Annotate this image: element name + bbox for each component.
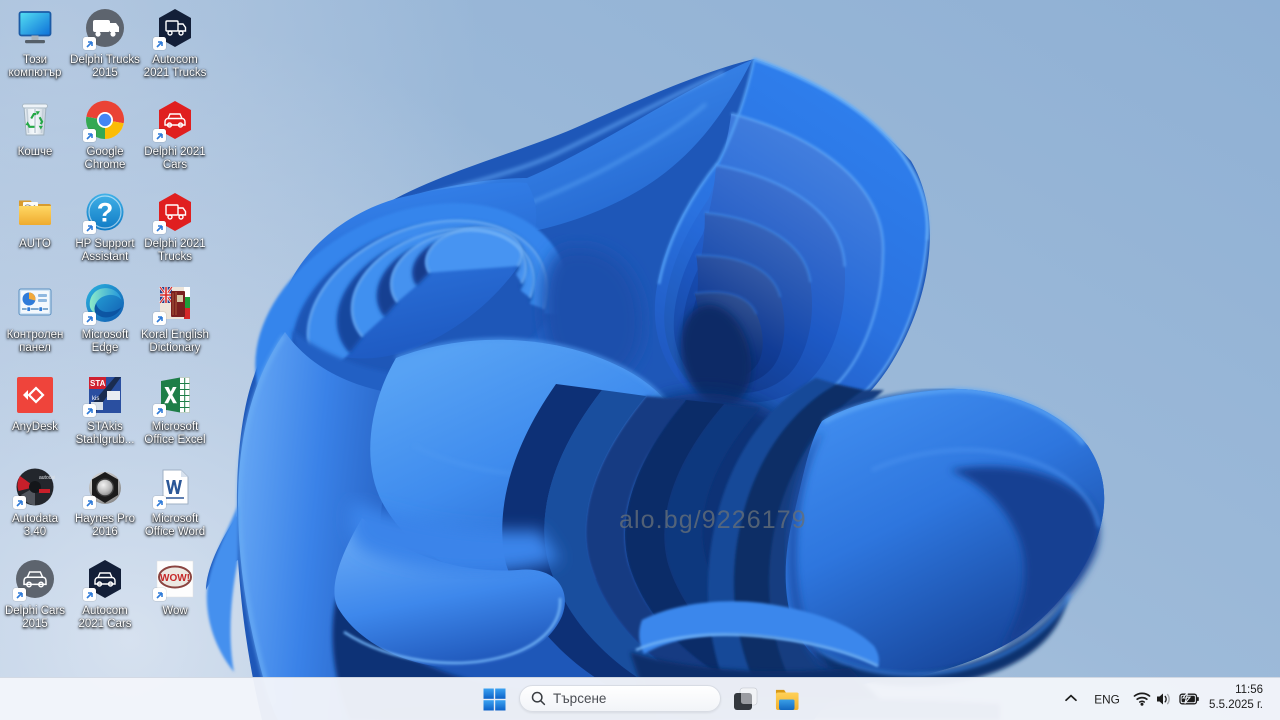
- svg-text:STA: STA: [90, 379, 106, 388]
- svg-text:ENG: ENG: [1094, 693, 1120, 707]
- svg-text:kis: kis: [92, 396, 99, 402]
- svg-text:autodata: autodata: [39, 475, 55, 481]
- svg-text:?: ?: [97, 198, 114, 228]
- svg-text:WOW!: WOW!: [160, 573, 190, 584]
